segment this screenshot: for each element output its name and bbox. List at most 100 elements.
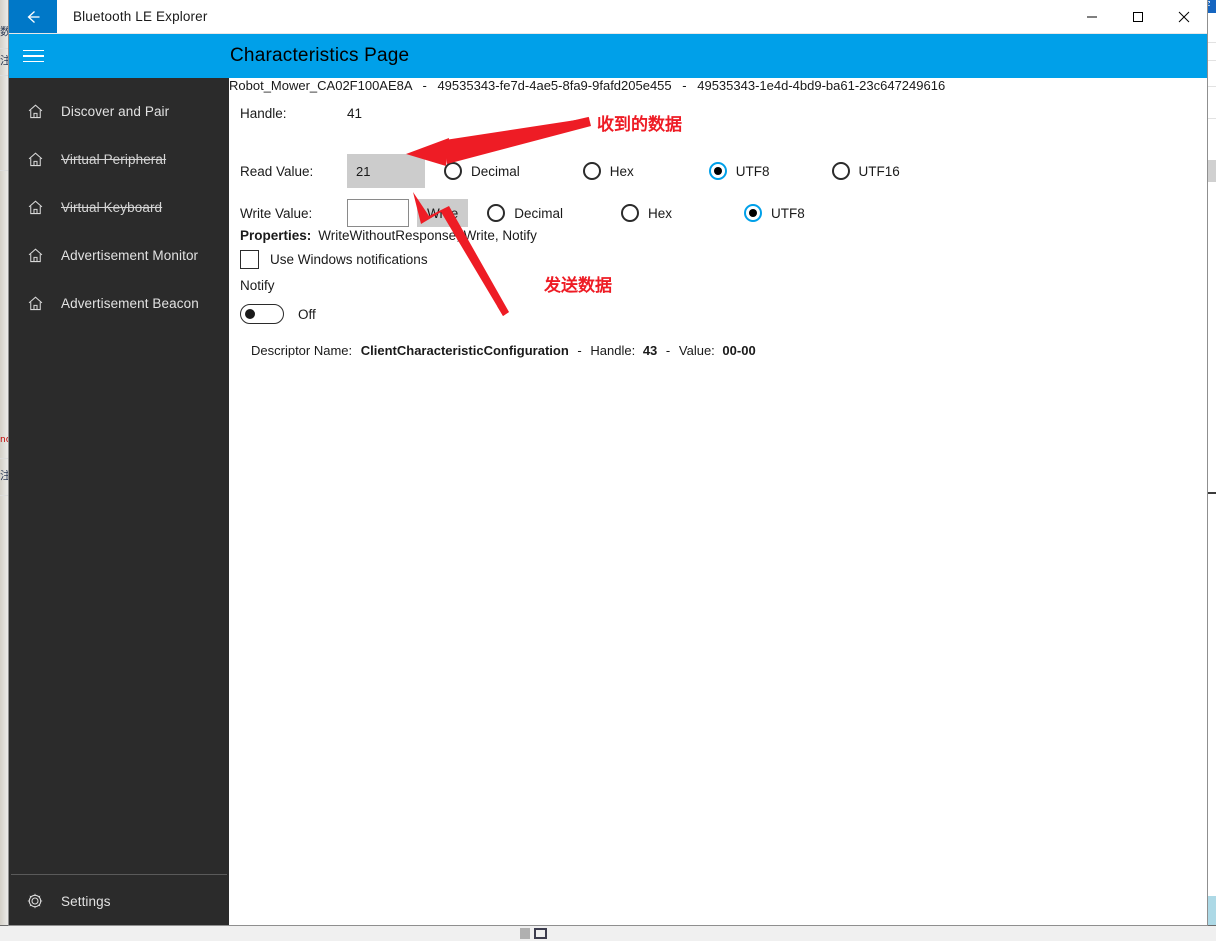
back-arrow-icon [27, 10, 40, 23]
close-icon [1178, 11, 1190, 22]
notify-section-label: Notify [240, 278, 275, 293]
minimize-button[interactable] [1069, 0, 1115, 33]
home-icon [9, 294, 61, 313]
handle-value: 41 [347, 106, 363, 121]
handle-label: Handle: [240, 106, 287, 121]
sidebar-item-settings[interactable]: Settings [9, 875, 229, 925]
maximize-button[interactable] [1115, 0, 1161, 33]
write-value-row: Write Value: Write Decimal Hex UTF8 [240, 199, 805, 227]
radio-circle-icon [708, 162, 727, 180]
use-windows-notifications-label: Use Windows notifications [270, 252, 428, 267]
sidebar-item-label: Advertisement Beacon [61, 295, 199, 311]
descriptor-handle-label: Handle: [590, 343, 636, 358]
service-uuid: 49535343-fe7d-4ae5-8fa9-9fafd205e455 [437, 78, 672, 93]
descriptor-name-label: Descriptor Name: [251, 343, 353, 358]
sidebar-item-label: Advertisement Monitor [61, 247, 199, 263]
notify-toggle-switch[interactable] [240, 304, 284, 324]
device-name: Robot_Mower_CA02F100AE8A [229, 78, 412, 93]
descriptor-dash-1: - [577, 343, 582, 358]
characteristic-uuid: 49535343-1e4d-4bd9-ba61-23c647249616 [697, 78, 946, 93]
close-button[interactable] [1161, 0, 1207, 33]
read-format-decimal-radio[interactable]: Decimal [444, 162, 520, 180]
sidebar-item-label: Virtual Keyboard [61, 199, 163, 215]
gear-icon [9, 891, 61, 911]
radio-circle-icon [744, 204, 763, 222]
sidebar-settings-label: Settings [61, 893, 111, 909]
notify-toggle-row: Off [240, 304, 316, 324]
write-value-field[interactable] [347, 199, 409, 227]
radio-circle-icon [831, 162, 850, 180]
bluetooth-le-explorer-window: Bluetooth LE Explorer Characteristics Pa… [8, 0, 1208, 926]
properties-row: Properties: WriteWithoutResponse, Write,… [240, 228, 537, 243]
maximize-icon [1133, 11, 1143, 22]
sidebar: Discover and Pair Virtual Peripheral Vir… [9, 78, 229, 925]
title-bar: Bluetooth LE Explorer [9, 0, 1207, 34]
desktop-taskbar [0, 925, 1216, 941]
read-format-label: UTF16 [858, 163, 900, 179]
write-format-label: UTF8 [771, 205, 805, 221]
identity-dash-2: - [682, 78, 687, 93]
sidebar-item-label: Virtual Peripheral [61, 151, 167, 167]
radio-circle-icon [487, 204, 506, 222]
hamburger-menu-icon [22, 46, 44, 67]
write-format-label: Hex [648, 205, 673, 221]
app-header: Characteristics Page [9, 34, 1207, 78]
write-format-decimal-radio[interactable]: Decimal [487, 204, 563, 222]
home-icon [9, 198, 61, 217]
descriptor-handle-value: 43 [642, 343, 658, 358]
read-format-hex-radio[interactable]: Hex [582, 162, 634, 180]
home-icon [9, 102, 61, 121]
read-format-radio-group: Decimal Hex UTF8 UTF16 [444, 162, 900, 180]
read-value-field[interactable]: 21 [347, 154, 425, 188]
read-format-label: Decimal [471, 163, 520, 179]
sidebar-item-discover-and-pair[interactable]: Discover and Pair [9, 87, 229, 135]
use-windows-notifications-checkbox[interactable] [240, 250, 259, 269]
radio-circle-icon [444, 162, 462, 180]
minimize-icon [1087, 16, 1097, 17]
radio-circle-icon [621, 204, 640, 222]
identity-dash-1: - [422, 78, 427, 93]
properties-label: Properties: [240, 228, 312, 243]
read-value-row: Read Value: 21 Decimal Hex UTF8 UTF16 [240, 154, 900, 188]
descriptor-value-label: Value: [678, 343, 715, 358]
page-title: Characteristics Page [230, 45, 410, 66]
sidebar-item-advertisement-monitor[interactable]: Advertisement Monitor [9, 231, 229, 279]
characteristics-content: Robot_Mower_CA02F100AE8A - 49535343-fe7d… [229, 78, 1207, 925]
window-title: Bluetooth LE Explorer [73, 9, 208, 24]
properties-value: WriteWithoutResponse, Write, Notify [318, 228, 537, 243]
sidebar-item-virtual-peripheral[interactable]: Virtual Peripheral [9, 135, 229, 183]
write-button[interactable]: Write [417, 199, 469, 227]
read-format-utf16-radio[interactable]: UTF16 [831, 162, 900, 180]
use-windows-notifications-row[interactable]: Use Windows notifications [240, 250, 428, 269]
home-icon [9, 246, 61, 265]
taskbar-square-icon [520, 928, 530, 939]
read-format-utf8-radio[interactable]: UTF8 [708, 162, 770, 180]
sidebar-item-virtual-keyboard[interactable]: Virtual Keyboard [9, 183, 229, 231]
read-value-label: Read Value: [240, 163, 314, 179]
write-format-radio-group: Decimal Hex UTF8 [487, 204, 805, 222]
toggle-knob [245, 309, 255, 319]
radio-circle-icon [582, 162, 601, 180]
back-button[interactable] [9, 0, 57, 33]
sidebar-item-advertisement-beacon[interactable]: Advertisement Beacon [9, 279, 229, 327]
descriptor-row: Descriptor Name: ClientCharacteristicCon… [251, 343, 756, 358]
read-format-label: Hex [609, 163, 634, 179]
descriptor-dash-2: - [665, 343, 671, 358]
title-bar-spacer [207, 0, 1069, 33]
window-body: Discover and Pair Virtual Peripheral Vir… [9, 78, 1207, 925]
characteristic-identity-line: Robot_Mower_CA02F100AE8A - 49535343-fe7d… [229, 78, 1207, 93]
hamburger-menu-button[interactable] [9, 34, 57, 78]
sidebar-item-label: Discover and Pair [61, 103, 170, 119]
taskbar-window-icon [534, 928, 547, 939]
descriptor-name-value: ClientCharacteristicConfiguration [360, 343, 569, 358]
write-format-utf8-radio[interactable]: UTF8 [744, 204, 805, 222]
descriptor-value-value: 00-00 [722, 343, 756, 358]
notify-toggle-state-label: Off [298, 306, 316, 322]
sidebar-nav-list: Discover and Pair Virtual Peripheral Vir… [9, 78, 229, 327]
write-format-hex-radio[interactable]: Hex [621, 204, 672, 222]
home-icon [9, 150, 61, 169]
write-value-label: Write Value: [240, 205, 313, 221]
write-format-label: Decimal [514, 205, 564, 221]
read-format-label: UTF8 [735, 163, 770, 179]
